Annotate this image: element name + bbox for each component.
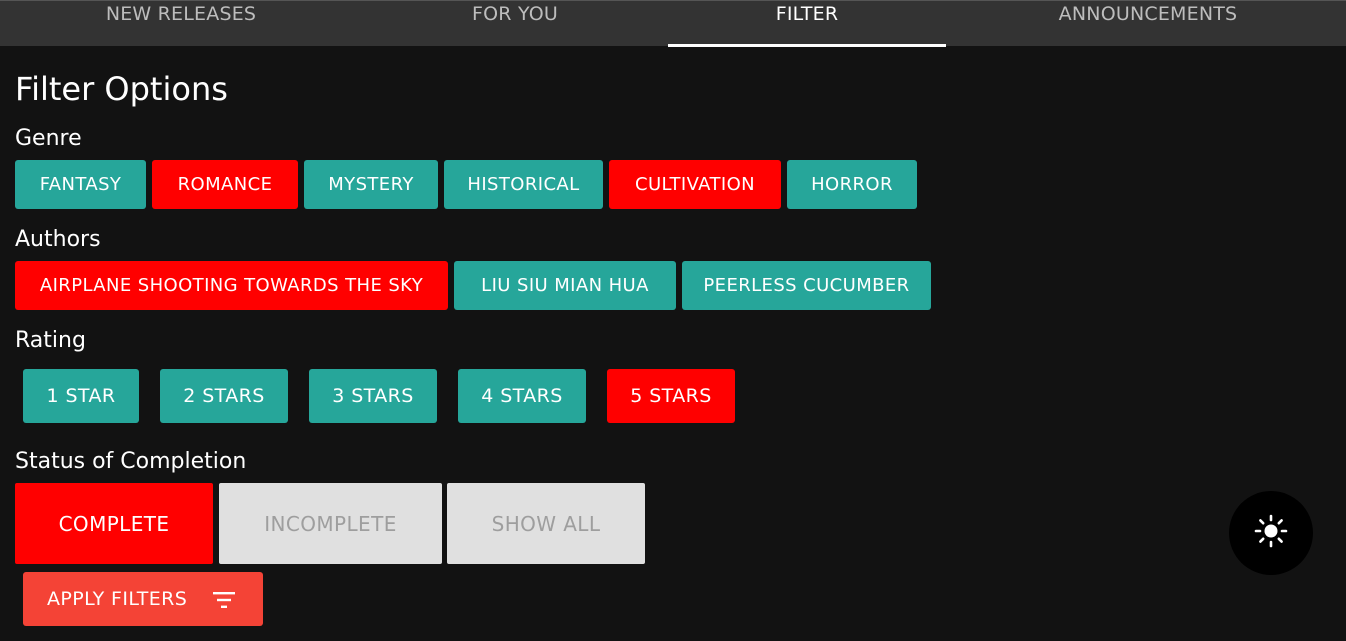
tab-filter[interactable]: FILTER: [668, 1, 946, 47]
tab-new-releases[interactable]: NEW RELEASES: [36, 1, 326, 47]
genre-cultivation-button[interactable]: CULTIVATION: [609, 160, 781, 209]
rating-2-stars-button[interactable]: 2 STARS: [160, 369, 288, 423]
page-title: Filter Options: [15, 70, 228, 108]
apply-filters-label: APPLY FILTERS: [47, 588, 188, 610]
rating-label: Rating: [15, 328, 86, 353]
tab-bar: NEW RELEASES FOR YOU FILTER ANNOUNCEMENT…: [0, 0, 1346, 47]
author-airplane-button[interactable]: AIRPLANE SHOOTING TOWARDS THE SKY: [15, 261, 448, 310]
apply-filters-button[interactable]: APPLY FILTERS: [23, 572, 263, 626]
authors-label: Authors: [15, 227, 101, 252]
rating-3-stars-button[interactable]: 3 STARS: [309, 369, 437, 423]
rating-1-star-button[interactable]: 1 STAR: [23, 369, 139, 423]
genre-historical-button[interactable]: HISTORICAL: [444, 160, 603, 209]
filter-icon: [213, 591, 235, 613]
tab-for-you[interactable]: FOR YOU: [370, 1, 660, 47]
tab-announcements[interactable]: ANNOUNCEMENTS: [1003, 1, 1293, 47]
author-liu-siu-mian-hua-button[interactable]: LIU SIU MIAN HUA: [454, 261, 676, 310]
genre-fantasy-button[interactable]: FANTASY: [15, 160, 146, 209]
rating-5-stars-button[interactable]: 5 STARS: [607, 369, 735, 423]
rating-4-stars-button[interactable]: 4 STARS: [458, 369, 586, 423]
status-incomplete-button[interactable]: INCOMPLETE: [219, 483, 442, 564]
status-label: Status of Completion: [15, 449, 247, 474]
theme-toggle-button[interactable]: [1229, 491, 1313, 575]
author-peerless-cucumber-button[interactable]: PEERLESS CUCUMBER: [682, 261, 931, 310]
sun-icon: [1254, 514, 1288, 552]
genre-horror-button[interactable]: HORROR: [787, 160, 917, 209]
status-complete-button[interactable]: COMPLETE: [15, 483, 213, 564]
status-show-all-button[interactable]: SHOW ALL: [447, 483, 645, 564]
genre-label: Genre: [15, 126, 82, 151]
genre-mystery-button[interactable]: MYSTERY: [304, 160, 438, 209]
genre-romance-button[interactable]: ROMANCE: [152, 160, 298, 209]
